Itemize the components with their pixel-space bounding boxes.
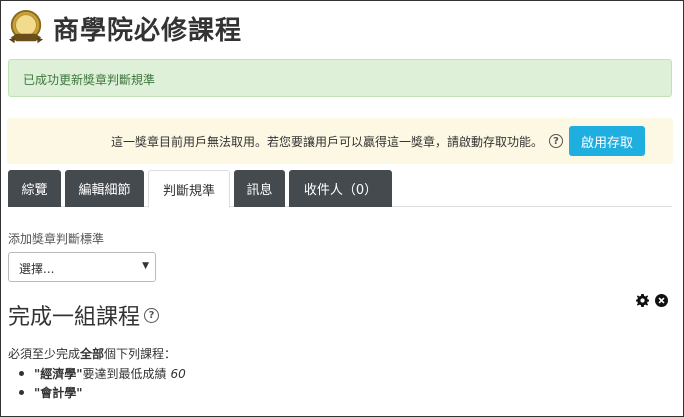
access-warning: 這一獎章目前用戶無法取用。若您要讓用戶可以贏得這一獎章，請啟動存取功能。 ? 啟… [7, 118, 673, 164]
help-icon[interactable]: ? [144, 307, 160, 323]
warning-text: 這一獎章目前用戶無法取用。若您要讓用戶可以贏得這一獎章，請啟動存取功能。 [110, 134, 543, 149]
page-title: 商學院必修課程 [53, 15, 243, 46]
tab-overview[interactable]: 綜覽 [8, 170, 61, 207]
bullet [19, 390, 24, 395]
add-criteria-label: 添加獎章判斷標準 [8, 232, 105, 246]
course-list: "經濟學" 要達到最低成績 60 "會計學" [19, 364, 186, 402]
criterion-actions [636, 294, 668, 307]
course-requirement: 要達到最低成績 [82, 367, 167, 381]
course-name: "經濟學" [34, 367, 83, 381]
criteria-select[interactable]: 選擇... ▼ [8, 252, 156, 282]
bullet [19, 371, 24, 376]
enable-access-button[interactable]: 啟用存取 [568, 126, 645, 156]
section-description: 必須至少完成全部個下列課程： [8, 347, 177, 361]
gear-icon[interactable] [636, 294, 649, 307]
help-icon[interactable]: ? [548, 134, 563, 148]
chevron-down-icon: ▼ [142, 261, 149, 271]
badge-icon [8, 9, 44, 44]
tab-bar: 綜覽 編輯細節 判斷規準 訊息 收件人（0） [8, 170, 672, 208]
close-icon[interactable] [655, 294, 668, 307]
tab-edit-details[interactable]: 編輯細節 [65, 170, 144, 207]
course-grade: 60 [170, 366, 186, 381]
tab-recipients[interactable]: 收件人（0） [289, 170, 392, 207]
course-name: "會計學" [34, 386, 83, 400]
page-header: 商學院必修課程 [7, 9, 242, 47]
list-item: "經濟學" 要達到最低成績 60 [19, 364, 186, 383]
success-alert: 已成功更新獎章判斷規準 [8, 59, 672, 97]
section-heading: 完成一組課程 ? [8, 299, 165, 331]
list-item: "會計學" [19, 383, 186, 402]
select-value: 選擇... [19, 262, 55, 276]
tab-criteria[interactable]: 判斷規準 [148, 170, 230, 208]
tab-messages[interactable]: 訊息 [234, 170, 285, 207]
section-title: 完成一組課程 [8, 305, 141, 330]
